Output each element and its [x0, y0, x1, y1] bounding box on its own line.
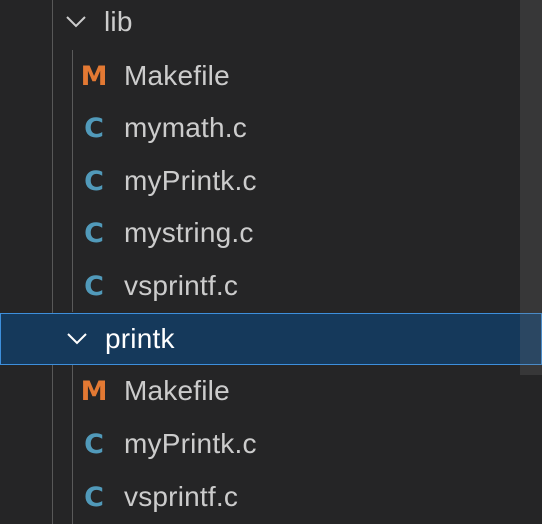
file-item-myprintk[interactable]: C myPrintk.c: [0, 155, 542, 207]
c-file-icon: C: [84, 270, 104, 302]
c-file-icon: C: [84, 165, 104, 197]
file-label: mymath.c: [124, 112, 247, 143]
file-item-mystring[interactable]: C mystring.c: [0, 207, 542, 259]
folder-label: printk: [105, 323, 175, 354]
file-label: vsprintf.c: [124, 270, 239, 301]
scrollbar[interactable]: [520, 0, 542, 524]
file-item-mymath[interactable]: C mymath.c: [0, 102, 542, 154]
file-item-makefile[interactable]: M Makefile: [0, 50, 542, 102]
file-label: Makefile: [124, 375, 230, 406]
file-item-makefile[interactable]: M Makefile: [0, 365, 542, 417]
makefile-icon: M: [80, 375, 108, 407]
file-label: mystring.c: [124, 217, 254, 248]
scrollbar-thumb[interactable]: [520, 0, 542, 375]
file-label: vsprintf.c: [124, 481, 239, 512]
c-file-icon: C: [84, 428, 104, 460]
file-item-vsprintf[interactable]: C vsprintf.c: [0, 471, 542, 523]
c-file-icon: C: [84, 481, 104, 513]
file-item-vsprintf[interactable]: C vsprintf.c: [0, 260, 542, 312]
file-label: Makefile: [124, 60, 230, 91]
chevron-down-icon[interactable]: [62, 0, 90, 48]
chevron-down-icon[interactable]: [63, 313, 91, 365]
folder-printk[interactable]: printk: [0, 313, 542, 365]
file-item-myprintk[interactable]: C myPrintk.c: [0, 418, 542, 470]
folder-lib[interactable]: lib: [0, 0, 542, 48]
file-label: myPrintk.c: [124, 428, 257, 459]
folder-label: lib: [104, 6, 133, 37]
c-file-icon: C: [84, 112, 104, 144]
makefile-icon: M: [80, 60, 108, 92]
file-label: myPrintk.c: [124, 165, 257, 196]
file-explorer-tree: lib M Makefile C mymath.c C myPrintk.c C…: [0, 0, 542, 524]
c-file-icon: C: [84, 217, 104, 249]
